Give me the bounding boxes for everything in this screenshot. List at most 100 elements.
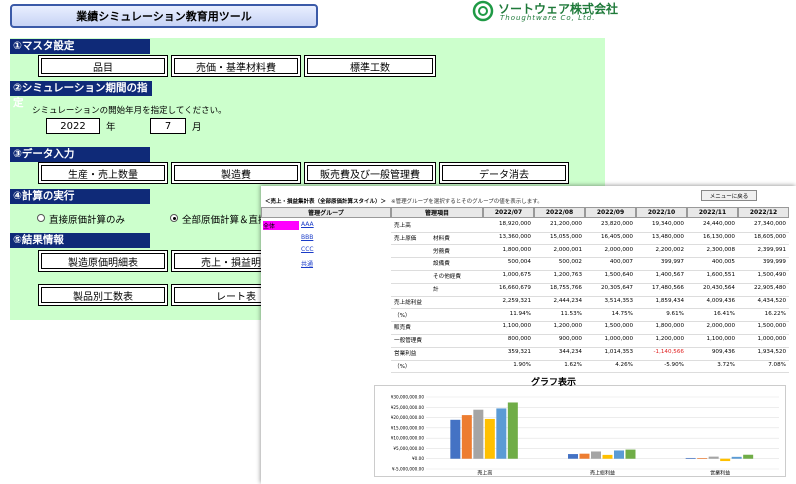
bar [461,415,472,459]
table-cell: 18,755,766 [549,285,582,291]
group-column-header: 管理グループ [261,207,391,218]
table-cell: 1,800,000 [655,323,684,330]
bar-chart: ¥30,000,000.00 ¥25,000,000.00 ¥20,000,000.… [391,395,779,477]
table-cell: 20,305,647 [600,285,633,291]
sga-expense-button[interactable]: 販売費及び一般管理費 [304,162,436,184]
direct-costing-radio[interactable] [37,214,45,222]
bar [507,402,518,459]
table-cell: 2,399,991 [757,246,786,253]
bar [743,454,754,459]
table-cell: 1,200,000 [655,336,684,343]
bar [591,451,601,459]
manufacturing-cost-button[interactable]: 製造費 [171,162,301,184]
row-label: 売上総利益 [394,299,422,306]
row-sublabel: 労務費 [433,248,450,255]
price-material-button[interactable]: 売価・基準材料費 [171,55,301,77]
table-cell: 13,480,000 [651,233,684,240]
logo-icon [472,0,494,22]
table-cell: 1,500,490 [757,272,786,279]
report-title: ＜売上・損益集計表（全部原価計算スタイル）＞ [265,199,387,205]
table-cell: 500,004 [507,259,531,266]
y-tick-label: ¥10,000,000.00 [391,436,425,441]
manufacturing-cost-detail-button[interactable]: 製造原価明細表 [38,250,168,272]
month-header: 2022/07 [483,207,534,218]
month-unit-label: 月 [192,122,202,133]
bar [602,454,613,459]
table-cell: 1,014,353 [604,349,633,355]
table-cell: 500,002 [558,259,582,266]
bar [579,453,590,459]
item-column-header: 管理項目 [391,207,483,218]
group-bbb-link[interactable]: BBB [301,234,313,241]
row-divider [391,295,789,297]
table-cell: 16,130,000 [702,233,735,240]
clear-data-button[interactable]: データ消去 [439,162,569,184]
y-tick-label: ¥-5,000,000.00 [392,467,424,472]
table-cell: -1,140,566 [653,349,685,355]
y-tick-label: ¥0.00 [412,456,424,461]
table-cell: 22,905,480 [753,285,786,291]
direct-costing-label: 直接原価計算のみ [49,215,126,226]
table-cell: 400,005 [711,259,735,266]
back-to-menu-button[interactable]: メニューに戻る [701,190,757,201]
year-input[interactable]: 2022 [46,118,100,134]
product-hours-button[interactable]: 製品別工数表 [38,284,168,306]
x-category-label: 売上総利益 [590,470,615,477]
logo-subtext: Thoughtware Co, Ltd. [500,14,596,22]
table-cell: 399,999 [762,259,786,266]
table-cell: 1,934,520 [757,349,786,355]
month-header: 2022/09 [585,207,636,218]
row-divider [391,321,789,323]
row-label: （%） [394,363,411,370]
row-label: （%） [394,312,411,319]
table-cell: 1,400,567 [655,272,684,279]
row-divider [391,282,789,284]
standard-hours-button[interactable]: 標準工数 [304,55,436,77]
bar [697,458,708,459]
row-sublabel: 設備費 [433,261,450,268]
row-sublabel: 材料費 [433,235,450,242]
table-cell: 2,300,008 [706,246,735,253]
table-cell: 359,321 [507,349,531,355]
table-cell: 1,500,640 [604,272,633,279]
table-cell: 20,430,564 [702,285,735,291]
table-cell: 1,000,675 [502,272,531,279]
item-master-button[interactable]: 品目 [38,55,168,77]
row-divider [391,244,789,246]
month-input[interactable]: 7 [150,118,186,134]
table-cell: 900,000 [558,336,582,343]
table-cell: 18,605,000 [753,233,786,240]
table-cell: 16,660,679 [498,285,531,291]
table-cell: 1,500,000 [604,323,633,330]
table-cell: 4,009,436 [706,297,735,304]
period-instruction: シミュレーションの開始年月を指定してください。 [32,106,227,116]
group-aaa-link[interactable]: AAA [301,221,314,228]
month-header: 2022/10 [636,207,687,218]
group-all-label: 全体 [263,223,276,230]
table-cell: 9.61% [666,310,684,317]
table-cell: 1,100,000 [502,323,531,330]
table-cell: 14.75% [611,310,633,317]
group-common-link[interactable]: 共通 [301,259,313,268]
section-calc-header: ④計算の実行 [10,189,150,204]
production-sales-qty-button[interactable]: 生産・売上数量 [38,162,168,184]
section-result-header: ⑤結果情報 [10,233,150,248]
group-ccc-link[interactable]: CCC [301,246,314,253]
table-cell: 2,200,002 [655,246,684,253]
table-cell: 800,000 [507,336,531,343]
bar [625,449,636,459]
month-header: 2022/08 [534,207,585,218]
table-cell: 2,000,000 [706,323,735,330]
table-cell: 4.26% [615,361,633,368]
table-cell: 909,436 [711,349,735,355]
table-cell: 15,055,000 [549,233,582,240]
month-header: 2022/11 [687,207,738,218]
table-cell: 3,514,353 [604,297,633,304]
table-cell: 1,800,000 [502,246,531,253]
bar [731,456,742,459]
row-label: 一般管理費 [394,338,422,345]
group-all-cell[interactable]: 全体 [263,221,299,230]
table-cell: 400,007 [609,259,633,266]
table-cell: 7.08% [768,361,786,368]
full-costing-radio[interactable] [170,214,178,222]
